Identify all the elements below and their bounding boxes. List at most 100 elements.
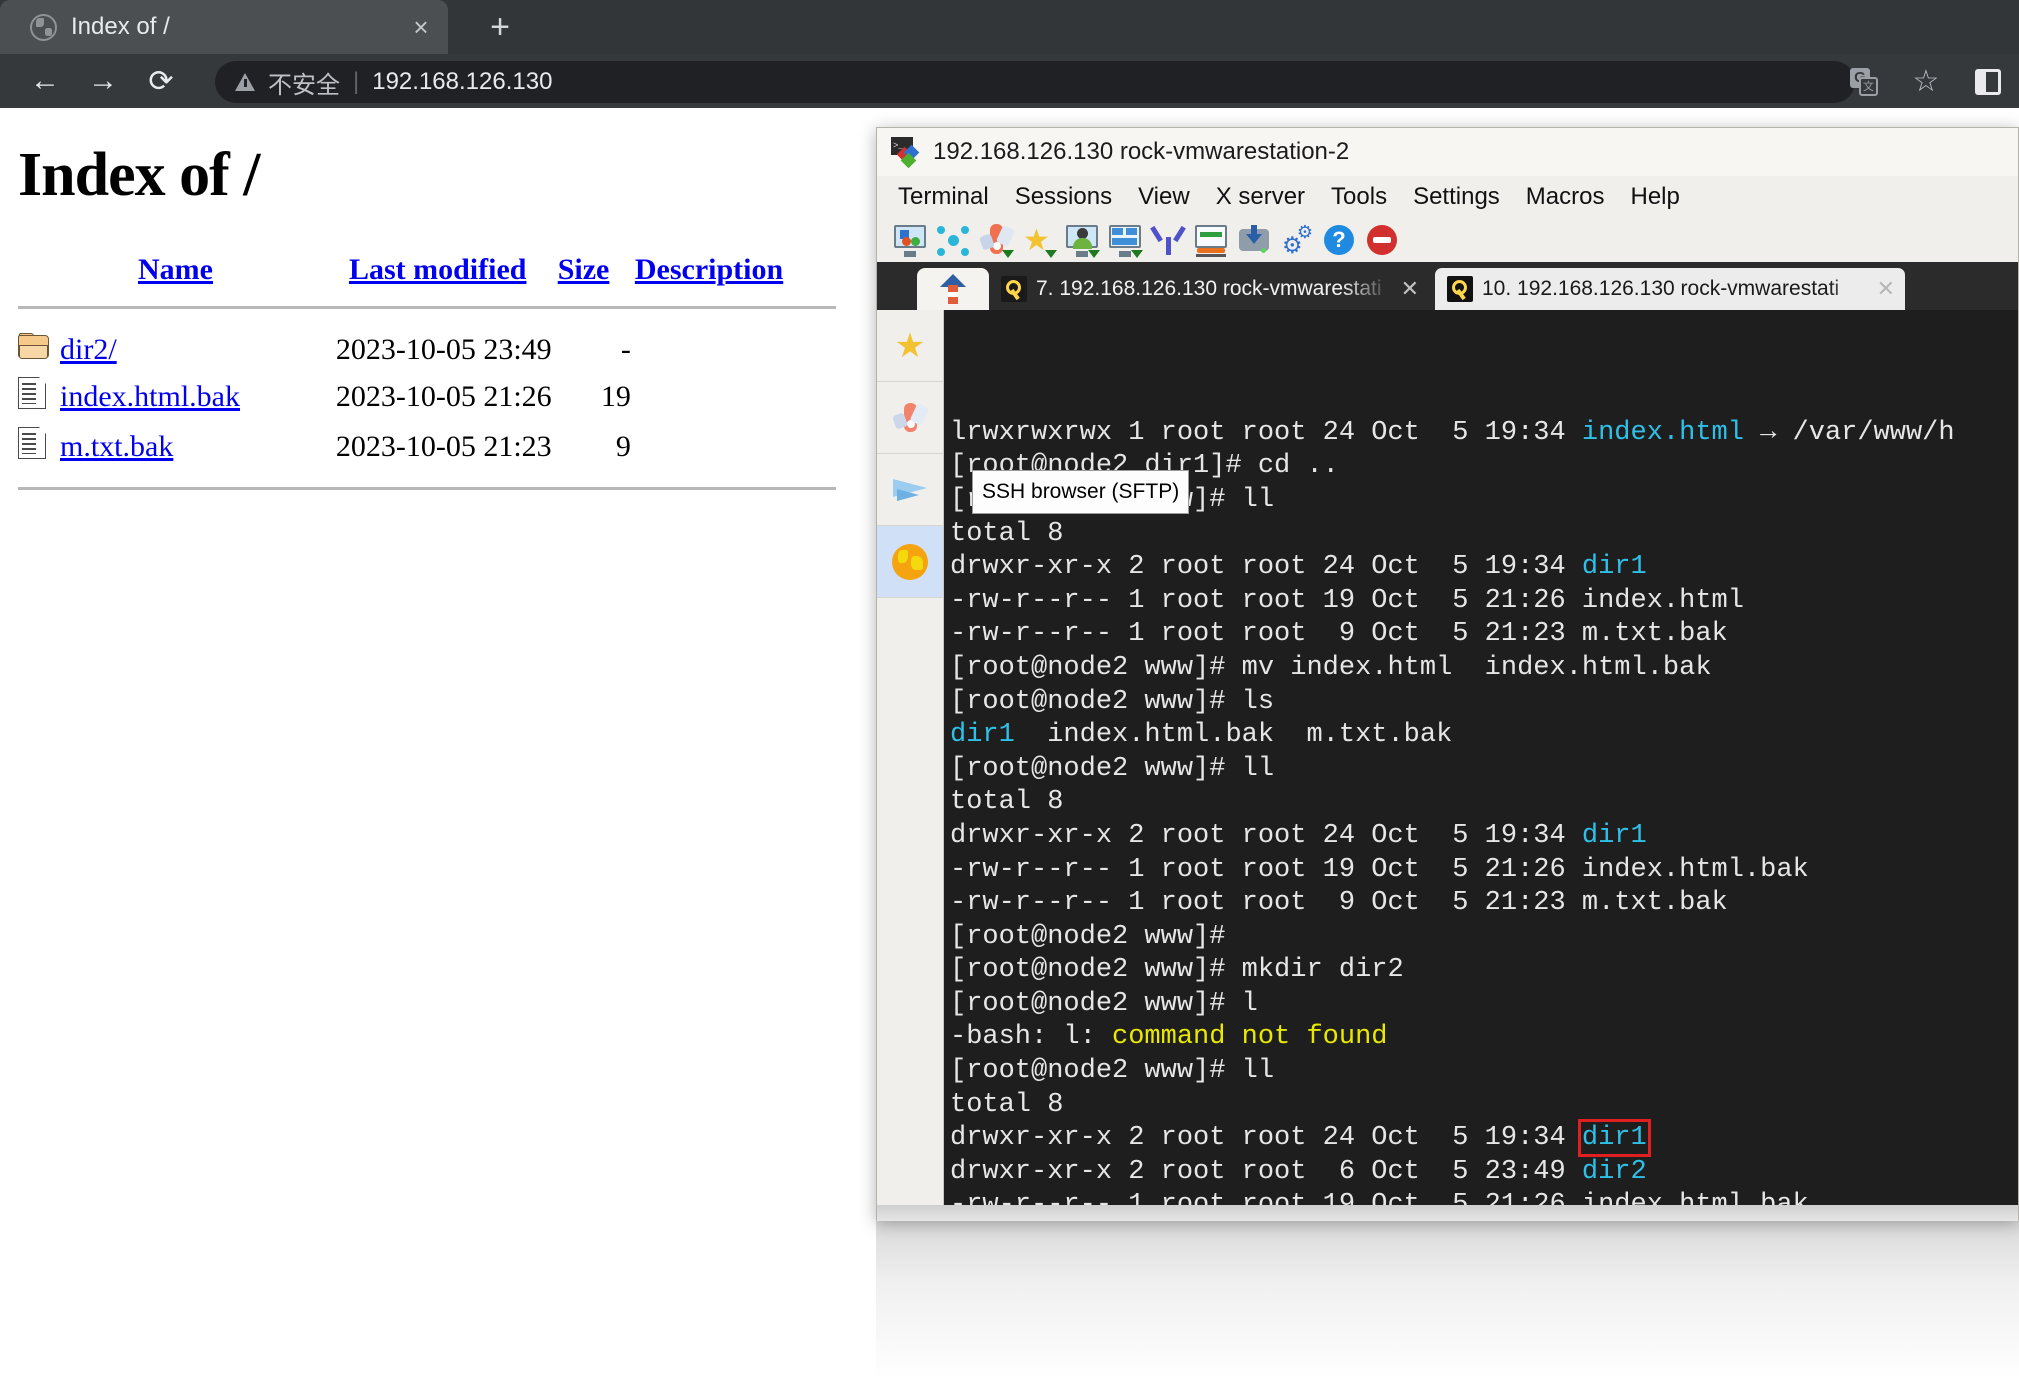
terminal-line: dir1 index.html.bak m.txt.bak [950,719,2018,753]
settings-gears-icon[interactable]: ⚙ ⚙ [1280,223,1314,257]
session-tab-label: 10. 192.168.126.130 rock-vmwarestati [1482,277,1868,301]
row-modified-cell: 2023-10-05 23:49 [300,328,558,372]
toolbar-actions: G 文 ☆ [1833,61,2019,103]
file-link[interactable]: index.html.bak [60,380,240,413]
home-tab[interactable] [917,268,989,310]
table-row: index.html.bak 2023-10-05 21:26 19 [18,372,836,422]
close-icon[interactable]: ✕ [1877,276,1895,302]
sidebar-item-tools[interactable] [877,382,943,454]
row-description-cell [635,372,836,422]
forward-button[interactable]: → [74,54,132,108]
menu-view[interactable]: View [1125,180,1203,214]
side-panel-icon [1975,69,2001,95]
screen: Index of / × + ← → ⟳ 不安全 | 192.168.126.1… [0,0,2019,1379]
side-panel-button[interactable] [1957,61,2019,103]
directory-rows: dir2/ 2023-10-05 23:49 - index.html.bak … [18,328,836,509]
close-icon[interactable]: × [406,14,436,40]
terminal-line: [root@node2 www]# ll [950,1055,2018,1089]
home-icon [940,274,966,304]
menu-tools[interactable]: Tools [1318,180,1400,214]
terminal-line: [root@node2 www]# l [950,988,2018,1022]
row-name-cell[interactable]: dir2/ [60,328,300,372]
sidebar: ★ [877,310,944,1205]
terminal-line: [root@node2 www]# ls [950,686,2018,720]
session-monitor-icon[interactable] [893,223,927,257]
desktop-band [876,1220,2019,1379]
row-name-cell[interactable]: index.html.bak [60,372,300,422]
session-tab-10[interactable]: 10. 192.168.126.130 rock-vmwarestati ✕ [1435,268,1905,310]
terminal-line: drwxr-xr-x 2 root root 24 Oct 5 19:34 di… [950,551,2018,585]
tunneling-icon[interactable] [1151,223,1185,257]
sftp-download-icon[interactable] [1237,223,1271,257]
split-view-icon[interactable] [1108,223,1142,257]
address-bar-url: 192.168.126.130 [372,68,552,96]
session-tab-7[interactable]: 7. 192.168.126.130 rock-vmwarestati ✕ [989,268,1429,310]
divider [18,487,836,490]
back-button[interactable]: ← [16,54,74,108]
translate-icon: G 文 [1850,68,1878,96]
row-modified-cell: 2023-10-05 21:26 [300,372,558,422]
favorites-star-icon[interactable]: ★ [1022,223,1056,257]
table-row: dir2/ 2023-10-05 23:49 - [18,328,836,372]
chrome-toolbar: ← → ⟳ 不安全 | 192.168.126.130 G 文 ☆ [0,54,2019,108]
header-size[interactable]: Size [558,253,635,291]
star-icon: ★ [895,329,925,363]
terminal-line: lrwxrwxrwx 1 root root 24 Oct 5 19:34 in… [950,417,2018,451]
mobaxterm-logo-icon: >_ [891,137,921,167]
menu-terminal[interactable]: Terminal [885,180,1002,214]
row-size-cell: 9 [558,422,635,472]
table-header-row: Name Last modified Size Description [18,253,836,291]
terminal-line: [root@node2 www]# ll [950,753,2018,787]
user-sessions-icon[interactable] [1065,223,1099,257]
terminal-line: -bash: l: command not found [950,1021,2018,1055]
new-tab-button[interactable]: + [470,0,530,54]
folder-icon [18,333,50,359]
sidebar-item-favorites[interactable]: ★ [877,310,943,382]
terminal-line: [root@node2 www]# mv index.html index.ht… [950,652,2018,686]
terminal-line: drwxr-xr-x 2 root root 24 Oct 5 19:34 di… [950,1122,2018,1156]
file-link[interactable]: dir2/ [60,333,117,366]
file-link[interactable]: m.txt.bak [60,430,173,463]
menu-help[interactable]: Help [1617,180,1692,214]
packages-transfer-icon[interactable] [1194,223,1228,257]
terminal-line: drwxr-xr-x 2 root root 24 Oct 5 19:34 di… [950,820,2018,854]
terminal-line: total 8 [950,518,2018,552]
document-icon [18,377,46,409]
exit-icon[interactable] [1366,223,1400,257]
toolbar: ★ [877,218,2018,262]
header-description[interactable]: Description [635,253,836,291]
row-description-cell [635,422,836,472]
address-bar[interactable]: 不安全 | 192.168.126.130 [215,61,1855,103]
chrome-tab-strip: Index of / × + [0,0,2019,54]
row-icon-cell [18,372,60,422]
session-body: ★ [877,310,2018,1205]
tools-knife-icon [893,401,927,435]
row-name-cell[interactable]: m.txt.bak [60,422,300,472]
help-icon[interactable]: ? [1323,223,1357,257]
servers-network-icon[interactable] [936,223,970,257]
menu-sessions[interactable]: Sessions [1002,180,1125,214]
window-title-bar[interactable]: >_ 192.168.126.130 rock-vmwarestation-2 [877,128,2018,176]
header-name[interactable]: Name [60,253,300,291]
row-size-cell: 19 [558,372,635,422]
window-title: 192.168.126.130 rock-vmwarestation-2 [933,138,1349,166]
menu-x-server[interactable]: X server [1203,180,1318,214]
menu-settings[interactable]: Settings [1400,180,1513,214]
tools-knife-icon[interactable] [979,223,1013,257]
browser-tab[interactable]: Index of / × [0,0,448,54]
security-status-label: 不安全 [268,65,340,100]
reload-button[interactable]: ⟳ [132,54,190,108]
terminal-line: drwxr-xr-x 2 root root 6 Oct 5 23:49 dir… [950,1156,2018,1190]
close-icon[interactable]: ✕ [1401,276,1419,302]
bookmark-button[interactable]: ☆ [1895,61,1957,103]
sidebar-item-sftp-browser[interactable] [877,526,943,598]
terminal-line: -rw-r--r-- 1 root root 19 Oct 5 21:26 in… [950,854,2018,888]
header-last-modified[interactable]: Last modified [300,253,558,291]
sidebar-item-send[interactable] [877,454,943,526]
translate-button[interactable]: G 文 [1833,61,1895,103]
terminal-lines: lrwxrwxrwx 1 root root 24 Oct 5 19:34 in… [950,417,2018,1205]
terminal-line: -rw-r--r-- 1 root root 19 Oct 5 21:26 in… [950,1189,2018,1205]
terminal-output[interactable]: SSH browser (SFTP) lrwxrwxrwx 1 root roo… [944,310,2018,1205]
menu-macros[interactable]: Macros [1513,180,1618,214]
header-icon-column [18,253,60,291]
